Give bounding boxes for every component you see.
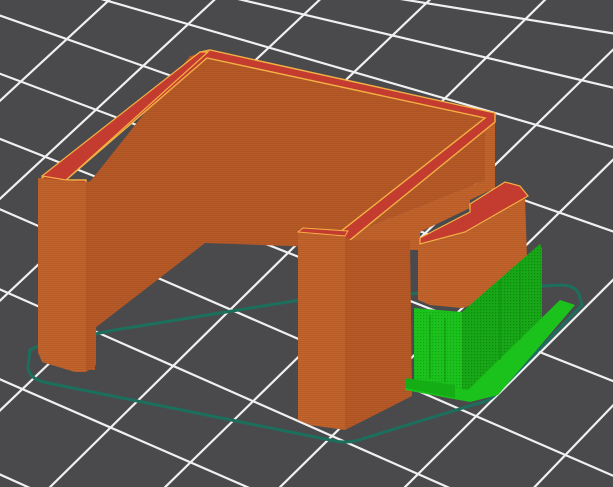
front-pillar-side: [345, 236, 412, 430]
3d-viewport[interactable]: [0, 0, 613, 487]
front-pillar-face: [298, 232, 345, 430]
left-wall-front-face: [38, 178, 86, 372]
print-preview-canvas[interactable]: [0, 0, 613, 487]
left-wall-pillar-side: [86, 180, 96, 372]
